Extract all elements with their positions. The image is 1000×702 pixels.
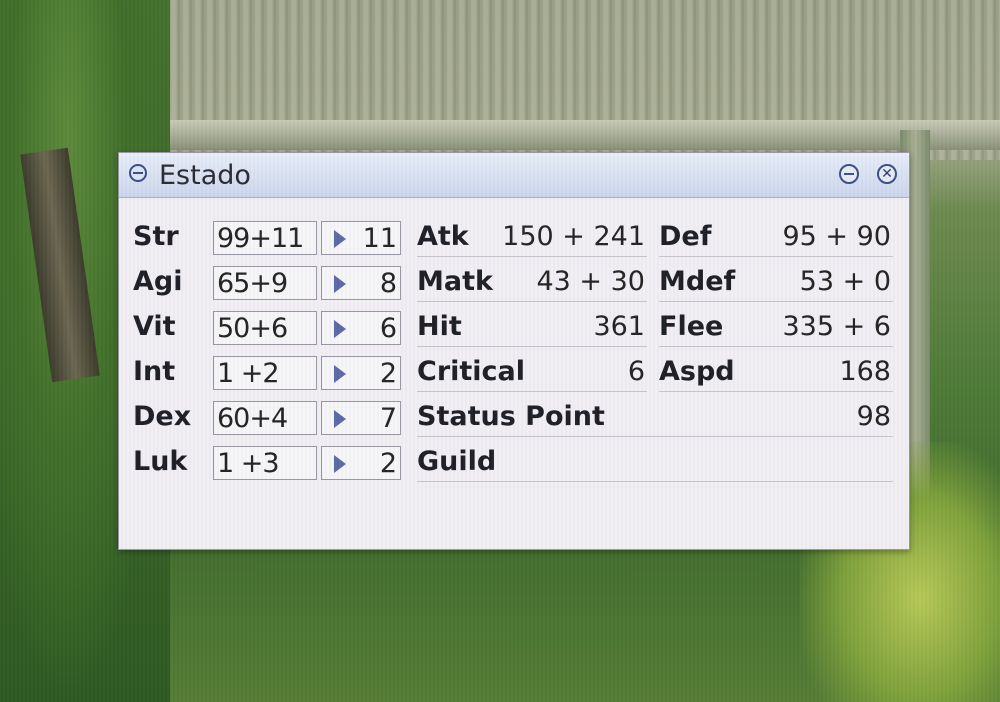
window-title: Estado	[159, 160, 251, 191]
stat-label-vit: Vit	[133, 311, 176, 342]
minimize-icon[interactable]	[839, 164, 859, 184]
stat-value-int: 1 +2	[213, 356, 317, 390]
raise-agi-button[interactable]: 8	[321, 266, 401, 300]
stat-value-dex: 60+4	[213, 401, 317, 435]
divider	[417, 391, 647, 392]
divider	[417, 301, 647, 302]
stat-label-int: Int	[133, 356, 176, 387]
stat-cost-agi: 8	[379, 268, 397, 299]
def-value: 95 + 90	[782, 221, 891, 252]
stat-value-luk: 1 +3	[213, 446, 317, 480]
def-label: Def	[659, 221, 712, 252]
flee-label: Flee	[659, 311, 724, 342]
raise-stat-arrow-icon[interactable]	[334, 275, 346, 293]
hit-label: Hit	[417, 311, 462, 342]
stat-label-str: Str	[133, 221, 179, 252]
matk-value: 43 + 30	[536, 266, 645, 297]
raise-stat-arrow-icon[interactable]	[334, 320, 346, 338]
critical-value: 6	[627, 356, 645, 387]
divider	[659, 256, 893, 257]
stat-value-vit: 50+6	[213, 311, 317, 345]
stat-label-dex: Dex	[133, 401, 192, 432]
stat-cost-str: 11	[362, 223, 397, 254]
divider	[659, 346, 893, 347]
stat-value-str: 99+11	[213, 221, 317, 255]
aspd-label: Aspd	[659, 356, 735, 387]
raise-int-button[interactable]: 2	[321, 356, 401, 390]
background-roof-edge	[40, 120, 1000, 150]
divider	[659, 301, 893, 302]
hit-value: 361	[593, 311, 645, 342]
matk-label: Matk	[417, 266, 493, 297]
window-content: Str 99+11 11 Agi 65+9 8 Vit 50+6 6 Int 1…	[119, 197, 909, 549]
raise-stat-arrow-icon[interactable]	[334, 365, 346, 383]
guild-label: Guild	[417, 446, 497, 477]
status-point-value: 98	[856, 401, 891, 432]
flee-value: 335 + 6	[782, 311, 891, 342]
divider	[417, 481, 893, 482]
divider	[417, 346, 647, 347]
stat-cost-dex: 7	[379, 403, 397, 434]
stat-label-agi: Agi	[133, 266, 183, 297]
close-icon[interactable]: ✕	[877, 164, 897, 184]
divider	[417, 436, 893, 437]
status-point-label: Status Point	[417, 401, 605, 432]
stat-label-luk: Luk	[133, 446, 188, 477]
stat-cost-vit: 6	[379, 313, 397, 344]
window-menu-icon[interactable]	[129, 164, 147, 182]
mdef-label: Mdef	[659, 266, 736, 297]
raise-luk-button[interactable]: 2	[321, 446, 401, 480]
raise-stat-arrow-icon[interactable]	[334, 455, 346, 473]
stat-value-agi: 65+9	[213, 266, 317, 300]
raise-stat-arrow-icon[interactable]	[334, 230, 346, 248]
raise-str-button[interactable]: 11	[321, 221, 401, 255]
window-titlebar[interactable]: Estado ✕	[119, 153, 909, 198]
atk-value: 150 + 241	[502, 221, 645, 252]
atk-label: Atk	[417, 221, 469, 252]
critical-label: Critical	[417, 356, 526, 387]
raise-stat-arrow-icon[interactable]	[334, 410, 346, 428]
raise-vit-button[interactable]: 6	[321, 311, 401, 345]
divider	[659, 391, 893, 392]
aspd-value: 168	[839, 356, 891, 387]
stat-cost-int: 2	[379, 358, 397, 389]
mdef-value: 53 + 0	[799, 266, 891, 297]
divider	[417, 256, 647, 257]
stat-cost-luk: 2	[379, 448, 397, 479]
status-window[interactable]: Estado ✕ Str 99+11 11 Agi 65+9 8 Vit 50+…	[118, 152, 910, 550]
raise-dex-button[interactable]: 7	[321, 401, 401, 435]
